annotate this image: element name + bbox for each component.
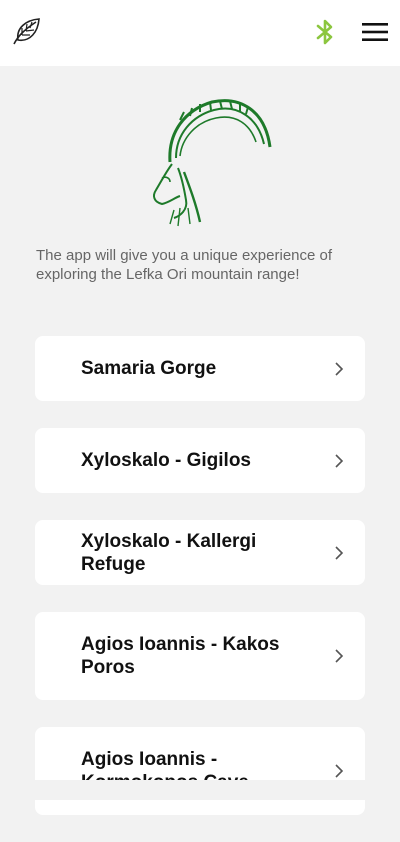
- route-list: Samaria Gorge Xyloskalo - Gigilos Xylosk…: [35, 336, 365, 842]
- route-item-xyloskalo-kallergi-refuge[interactable]: Xyloskalo - Kallergi Refuge: [35, 520, 365, 585]
- top-app-bar: [0, 0, 400, 66]
- route-name: Xyloskalo - Gigilos: [81, 450, 251, 471]
- chevron-right-icon: [335, 649, 344, 663]
- hamburger-menu-icon[interactable]: [360, 20, 390, 44]
- intro-text: The app will give you a unique experienc…: [36, 247, 333, 283]
- bluetooth-icon[interactable]: [313, 17, 337, 47]
- chevron-right-icon: [335, 545, 344, 560]
- route-name: Samaria Gorge: [81, 358, 217, 379]
- chevron-right-icon: [335, 453, 344, 468]
- chevron-right-icon: [335, 361, 344, 376]
- route-item-agios-ioannis-kormokopos-cave[interactable]: Agios Ioannis - Kormokopos Cave: [35, 727, 365, 815]
- route-item-samaria-gorge[interactable]: Samaria Gorge: [35, 336, 365, 401]
- leaf-icon[interactable]: [10, 16, 42, 48]
- route-item-agios-ioannis-kakos-poros[interactable]: Agios Ioannis - Kakos Poros: [35, 612, 365, 700]
- bottom-scroll-edge: [0, 780, 400, 800]
- route-item-xyloskalo-gigilos[interactable]: Xyloskalo - Gigilos: [35, 428, 365, 493]
- ibex-goat-head-illustration: [153, 99, 272, 227]
- chevron-right-icon: [335, 764, 344, 778]
- route-name: Xyloskalo - Kallergi Refuge: [81, 530, 257, 575]
- route-name: Agios Ioannis - Kakos Poros: [81, 634, 280, 678]
